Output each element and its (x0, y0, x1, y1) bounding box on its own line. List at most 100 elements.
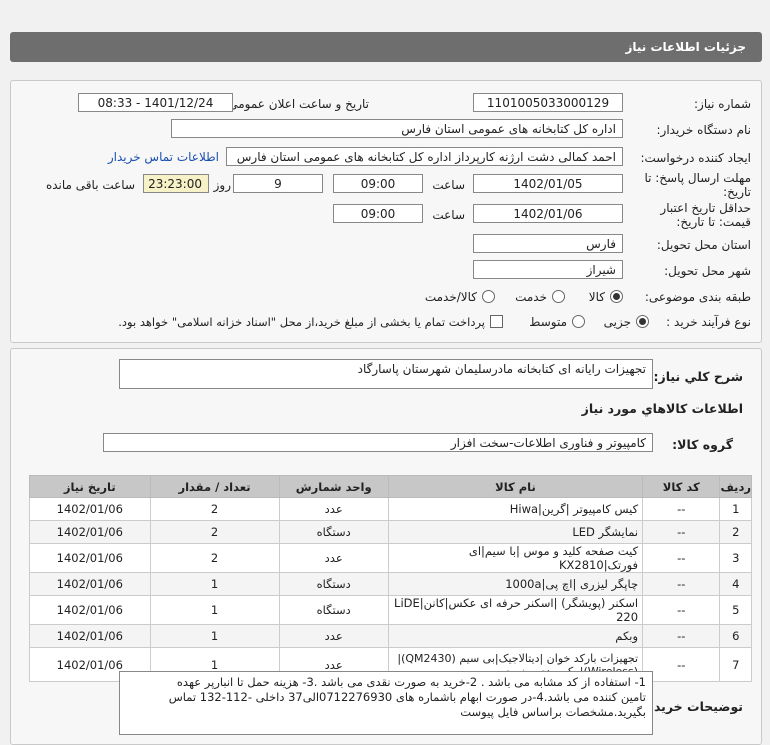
col-unit: واحد شمارش (278, 475, 389, 498)
cell-unit: عدد (278, 624, 389, 648)
cell-qty: 1 (149, 572, 280, 596)
process-minor-radio[interactable] (636, 315, 649, 328)
validity-label-2: قیمت: تا تاریخ: (676, 215, 751, 229)
cell-date: 1402/01/06 (29, 624, 151, 648)
table-row: 3 -- کیت صفحه کلید و موس |با سیم|ای فورت… (29, 543, 752, 573)
cell-unit: عدد (278, 497, 389, 521)
goods-panel: شرح کلي نياز: تجهیزات رایانه ای کتابخانه… (10, 348, 762, 745)
goods-group-field: کامپیوتر و فناوری اطلاعات-سخت افزار (103, 433, 653, 452)
cell-code: -- (642, 543, 721, 573)
cell-date: 1402/01/06 (29, 497, 151, 521)
city-field: شیراز (473, 260, 623, 279)
cell-code: -- (642, 520, 721, 544)
cell-row: 7 (719, 647, 752, 682)
table-row: 5 -- اسکنر (پویشگر) |اسکنر حرفه ای عکس|ک… (29, 595, 752, 625)
province-field: فارس (473, 234, 623, 253)
deadline-time-label: ساعت (432, 178, 465, 192)
col-qty: تعداد / مقدار (149, 475, 280, 498)
need-number-label: شماره نیاز: (694, 97, 751, 111)
cell-qty: 1 (149, 624, 280, 648)
cell-code: -- (642, 647, 721, 682)
cell-code: -- (642, 572, 721, 596)
goods-section-title: اطلاعات کالاهاي مورد نياز (581, 401, 743, 416)
validity-label: حداقل تاریخ اعتبار (660, 201, 751, 215)
deadline-label-2: تاریخ: (723, 185, 751, 199)
category-label: طبقه بندی موضوعی: (644, 290, 751, 304)
need-number-field: 1101005033000129 (473, 93, 623, 112)
cell-row: 6 (719, 624, 752, 648)
deadline-date-field: 1402/01/05 (473, 174, 623, 193)
cell-unit: دستگاه (278, 520, 389, 544)
province-label: استان محل تحویل: (656, 238, 751, 252)
process-label: نوع فرآیند خرید : (666, 315, 751, 329)
col-code: کد کالا (642, 475, 721, 498)
buyer-notes-field: 1- استفاده از کد مشابه می باشد . 2-خرید … (119, 671, 653, 735)
col-row: ردیف (719, 475, 752, 498)
city-label: شهر محل تحویل: (664, 264, 751, 278)
deadline-time-field: 09:00 (333, 174, 423, 193)
table-header-row: ردیف کد کالا نام کالا واحد شمارش تعداد /… (29, 475, 752, 498)
buyer-field: اداره کل کتابخانه های عمومی استان فارس (171, 119, 623, 138)
cell-code: -- (642, 497, 721, 521)
cell-row: 1 (719, 497, 752, 521)
cell-name: کیس کامپیوتر |گرین|Hiwa (387, 497, 644, 521)
cell-date: 1402/01/06 (29, 572, 151, 596)
table-row: 1 -- کیس کامپیوتر |گرین|Hiwa عدد 2 1402/… (29, 497, 752, 521)
col-date: تاریخ نیاز (29, 475, 151, 498)
goods-group-label: گروه کالا: (672, 437, 733, 452)
requester-field: احمد کمالی دشت ارژنه کارپرداز اداره کل ک… (226, 147, 623, 166)
cell-date: 1402/01/06 (29, 520, 151, 544)
contact-info-link[interactable]: اطلاعات تماس خریدار (108, 150, 219, 164)
table-row: 4 -- چاپگر لیزری |اچ پی|1000a دستگاه 1 1… (29, 572, 752, 596)
buyer-notes-line-2: تامین کننده می باشد.4-در صورت ابهام باشم… (168, 690, 646, 704)
cell-name: وبکم (387, 624, 644, 648)
cell-qty: 2 (149, 543, 280, 573)
cell-unit: دستگاه (278, 572, 389, 596)
treasury-payment-note: پرداخت تمام یا بخشی از مبلغ خرید،از محل … (118, 315, 485, 329)
cell-code: -- (642, 595, 721, 625)
summary-field: تجهیزات رایانه ای کتابخانه مادرسلیمان شه… (119, 359, 653, 389)
cell-date: 1402/01/06 (29, 543, 151, 573)
deadline-label: مهلت ارسال پاسخ: تا (644, 171, 751, 185)
table-row: 6 -- وبکم عدد 1 1402/01/06 (29, 624, 752, 648)
announce-field: 1401/12/24 - 08:33 (78, 93, 233, 112)
cell-name: اسکنر (پویشگر) |اسکنر حرفه ای عکس|کانن|L… (387, 595, 644, 625)
col-name: نام کالا (387, 475, 644, 498)
category-service-radio[interactable] (552, 290, 565, 303)
requester-label: ایجاد کننده درخواست: (640, 151, 751, 165)
validity-time-label: ساعت (432, 208, 465, 222)
buyer-label: نام دستگاه خریدار: (656, 123, 752, 137)
process-medium-radio[interactable] (572, 315, 585, 328)
process-minor-label: جزیی (603, 315, 631, 329)
cell-qty: 2 (149, 497, 280, 521)
goods-table: ردیف کد کالا نام کالا واحد شمارش تعداد /… (29, 475, 752, 682)
announce-label: تاریخ و ساعت اعلان عمومی: (224, 97, 369, 111)
table-row: 2 -- نمایشگر LED دستگاه 2 1402/01/06 (29, 520, 752, 544)
cell-name: چاپگر لیزری |اچ پی|1000a (387, 572, 644, 596)
treasury-payment-checkbox[interactable] (490, 315, 503, 328)
validity-time-field: 09:00 (333, 204, 423, 223)
remaining-time-field: 23:23:00 (143, 174, 209, 193)
cell-qty: 1 (149, 595, 280, 625)
cell-row: 2 (719, 520, 752, 544)
need-info-panel: شماره نیاز: 1101005033000129 تاریخ و ساع… (10, 80, 762, 343)
buyer-notes-label: توضیحات خریدار: (637, 699, 743, 714)
cell-qty: 2 (149, 520, 280, 544)
days-field: 9 (233, 174, 323, 193)
page-title: جزئیات اطلاعات نیاز (625, 40, 746, 54)
category-goods-radio[interactable] (610, 290, 623, 303)
cell-row: 4 (719, 572, 752, 596)
category-both-label: کالا/خدمت (424, 290, 477, 304)
cell-name: کیت صفحه کلید و موس |با سیم|ای فورتک|KX2… (387, 543, 644, 573)
cell-code: -- (642, 624, 721, 648)
cell-row: 3 (719, 543, 752, 573)
remaining-label: ساعت باقی مانده (45, 178, 135, 192)
category-both-radio[interactable] (482, 290, 495, 303)
summary-label: شرح کلي نياز: (653, 369, 743, 384)
cell-row: 5 (719, 595, 752, 625)
page-header: جزئیات اطلاعات نیاز (10, 32, 762, 62)
validity-date-field: 1402/01/06 (473, 204, 623, 223)
process-medium-label: متوسط (529, 315, 567, 329)
cell-name: نمایشگر LED (387, 520, 644, 544)
buyer-notes-line-1: 1- استفاده از کد مشابه می باشد . 2-خرید … (176, 675, 646, 689)
